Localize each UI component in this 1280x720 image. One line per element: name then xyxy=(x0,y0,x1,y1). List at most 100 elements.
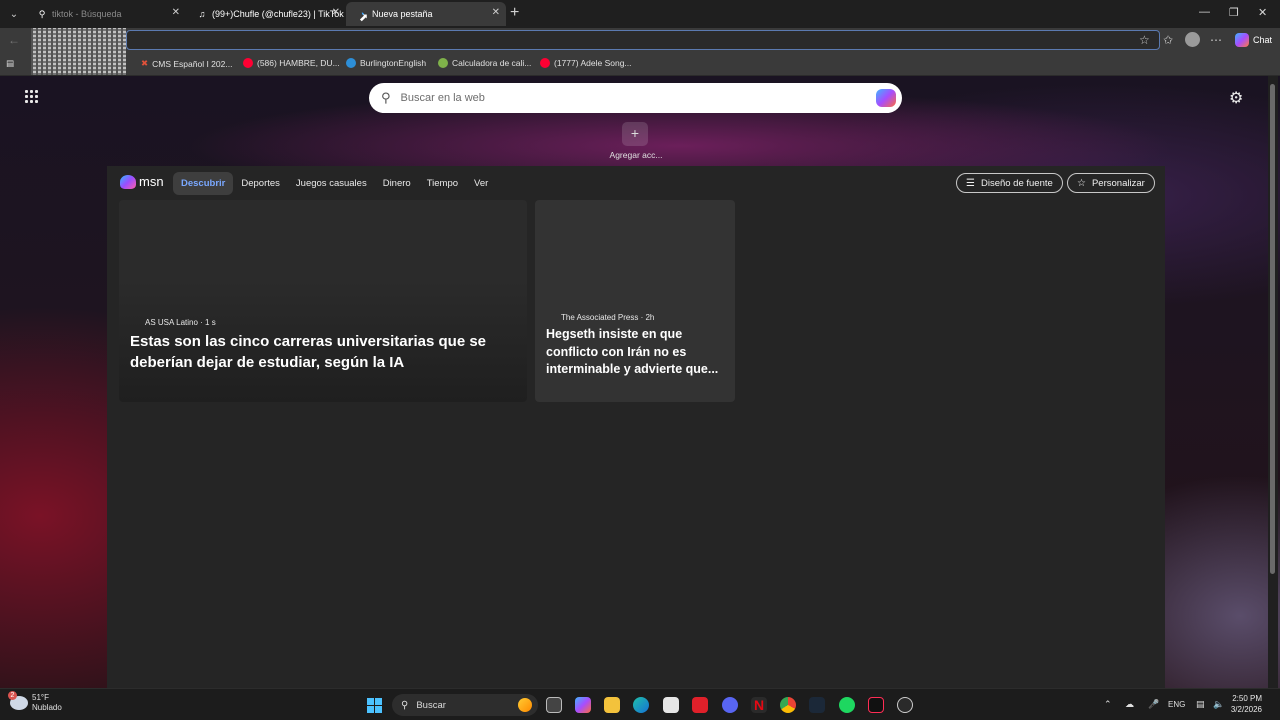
bookmark-adele[interactable]: (1777) Adele Song... xyxy=(540,58,632,68)
bookmark-hambre[interactable]: (586) HAMBRE, DU... xyxy=(243,58,340,68)
nav-deportes[interactable]: Deportes xyxy=(233,172,288,195)
news-source: AS USA Latino · 1 s xyxy=(145,318,216,327)
file-explorer-icon[interactable] xyxy=(604,697,620,713)
nav-juegos-casuales[interactable]: Juegos casuales xyxy=(288,172,375,195)
edge-browser-icon[interactable] xyxy=(633,697,649,713)
close-icon[interactable]: ✕ xyxy=(492,7,500,18)
msn-logo[interactable]: msn xyxy=(120,174,164,189)
bookmark-label: CMS Español I 202... xyxy=(152,58,233,69)
windows-start-icon[interactable] xyxy=(367,698,382,713)
bookmark-label: (1777) Adele Song... xyxy=(554,58,632,68)
chrome-icon[interactable] xyxy=(780,697,796,713)
youtube-icon xyxy=(243,58,253,68)
network-icon[interactable]: ▤ xyxy=(1196,699,1205,710)
onedrive-cloud-icon[interactable]: ☁ xyxy=(1125,699,1134,710)
tab-label: tiktok - Búsqueda xyxy=(52,9,122,19)
task-view-icon[interactable] xyxy=(546,697,562,713)
burlington-icon xyxy=(346,58,356,68)
taskbar-search[interactable]: ⚲ Buscar xyxy=(392,694,538,716)
nav-dinero[interactable]: Dinero xyxy=(375,172,419,195)
favorites-icon[interactable]: ✩ xyxy=(1163,33,1173,47)
back-arrow-icon[interactable]: ← xyxy=(8,33,20,47)
news-card[interactable]: The Associated Press · 2h Hegseth insist… xyxy=(535,200,735,402)
bookmark-cms[interactable]: ✖ CMS Español I 202... xyxy=(141,58,232,69)
copilot-icon xyxy=(1235,33,1249,47)
calculator-icon xyxy=(438,58,448,68)
chat-label: Chat xyxy=(1253,35,1273,45)
add-shortcut-label: Agregar acc... xyxy=(609,150,663,160)
red-app-icon[interactable] xyxy=(692,697,708,713)
font-design-button[interactable]: ☰ Diseño de fuente xyxy=(956,173,1063,193)
discord-icon[interactable] xyxy=(722,697,738,713)
cloud-icon: 2 xyxy=(8,691,28,710)
weather-temp: 51°F xyxy=(32,693,49,702)
new-tab-page: ⚙ ⚲ Buscar en la web + Agregar acc... ms… xyxy=(0,76,1280,688)
bookmark-calculadora[interactable]: Calculadora de cali... xyxy=(438,58,531,68)
bookmark-label: (586) HAMBRE, DU... xyxy=(257,58,340,68)
qr-code-image xyxy=(31,28,126,75)
youtube-icon xyxy=(540,58,550,68)
address-bar[interactable] xyxy=(126,30,1160,50)
msn-feed: msn Descubrir Deportes Juegos casuales D… xyxy=(107,166,1165,688)
reading-view-icon[interactable]: ▤ xyxy=(6,58,14,69)
tab-actions-chevron-icon[interactable]: ⌄ xyxy=(2,3,26,25)
new-tab-plus-icon[interactable]: + xyxy=(510,4,519,22)
microphone-icon[interactable]: 🎤 xyxy=(1148,699,1159,710)
news-card[interactable]: AS USA Latino · 1 s Estas son las cinco … xyxy=(119,200,527,402)
bookmark-label: Calculadora de cali... xyxy=(452,58,532,68)
feed-nav: Descubrir Deportes Juegos casuales Diner… xyxy=(173,172,496,195)
bookmark-label: BurlingtonEnglish xyxy=(360,58,427,68)
profile-avatar[interactable] xyxy=(1185,32,1200,47)
tab-new-tab[interactable]: ◔ Nueva pestaña ✕ xyxy=(346,2,506,26)
close-icon[interactable]: ✕ xyxy=(332,7,340,18)
sliders-icon: ☰ xyxy=(966,177,975,189)
search-icon: ⚲ xyxy=(381,90,391,105)
personalize-label: Personalizar xyxy=(1091,177,1145,189)
nav-tiempo[interactable]: Tiempo xyxy=(419,172,466,195)
scrollbar-thumb[interactable] xyxy=(1270,84,1275,574)
bookmark-burlington[interactable]: BurlingtonEnglish xyxy=(346,58,426,68)
page-scrollbar[interactable] xyxy=(1268,76,1278,688)
copilot-app-icon[interactable] xyxy=(575,697,591,713)
more-menu-icon[interactable]: ⋯ xyxy=(1210,33,1222,47)
news-source: The Associated Press · 2h xyxy=(561,313,655,322)
tab-tiktok-search[interactable]: ⚲ tiktok - Búsqueda ✕ xyxy=(26,2,186,26)
spotify-icon[interactable] xyxy=(839,697,855,713)
taskbar-search-label: Buscar xyxy=(416,699,446,711)
search-highlight-icon xyxy=(518,698,532,712)
bookmarks-bar: ▤ ✖ CMS Español I 202... (586) HAMBRE, D… xyxy=(0,52,1280,76)
add-shortcut-button[interactable]: + xyxy=(622,122,648,146)
tiktok-app-icon[interactable] xyxy=(868,697,884,713)
language-indicator[interactable]: ENG xyxy=(1168,700,1185,709)
close-window-icon[interactable]: ✕ xyxy=(1258,6,1267,19)
copilot-icon[interactable] xyxy=(876,89,896,107)
copilot-chat-button[interactable]: Chat xyxy=(1235,33,1272,47)
news-headline[interactable]: Estas son las cinco carreras universitar… xyxy=(130,331,520,373)
minimize-icon[interactable]: — xyxy=(1199,6,1210,18)
news-headline[interactable]: Hegseth insiste en que conflicto con Irá… xyxy=(546,326,731,379)
volume-icon[interactable]: 🔈 xyxy=(1213,699,1224,710)
app-launcher-icon[interactable] xyxy=(25,90,39,104)
tab-tiktok-profile[interactable]: ♫ (99+)Chufle (@chufle23) | TikTok ✕ xyxy=(186,2,346,26)
close-icon[interactable]: ✕ xyxy=(172,7,180,18)
favorite-star-icon[interactable]: ☆ xyxy=(1139,33,1150,47)
netflix-icon[interactable]: N xyxy=(751,697,767,713)
msn-logo-text: msn xyxy=(139,174,164,189)
personalize-button[interactable]: ☆ Personalizar xyxy=(1067,173,1155,193)
tab-strip: ⌄ ⚲ tiktok - Búsqueda ✕ ♫ (99+)Chufle (@… xyxy=(0,0,1280,28)
mouse-cursor-icon: ⬈ xyxy=(359,12,369,24)
gear-icon[interactable]: ⚙ xyxy=(1229,88,1243,108)
windows-taskbar: 2 51°F Nublado ⚲ Buscar N ⌃ ☁ 🎤 ENG ▤ 🔈 … xyxy=(0,688,1280,720)
microsoft-store-icon[interactable] xyxy=(663,697,679,713)
nav-descubrir[interactable]: Descubrir xyxy=(173,172,234,195)
steam-icon[interactable] xyxy=(809,697,825,713)
weather-badge: 2 xyxy=(8,691,17,700)
obs-icon[interactable] xyxy=(897,697,913,713)
weather-widget[interactable]: 2 51°F Nublado xyxy=(8,691,62,713)
nav-ver[interactable]: Ver xyxy=(466,172,496,195)
web-search-box[interactable]: ⚲ Buscar en la web xyxy=(369,83,902,113)
cms-icon: ✖ xyxy=(141,58,149,68)
tray-chevron-icon[interactable]: ⌃ xyxy=(1104,699,1112,710)
system-clock[interactable]: 2:50 PM 3/2/2026 xyxy=(1226,693,1262,715)
restore-icon[interactable]: ❐ xyxy=(1229,6,1239,19)
